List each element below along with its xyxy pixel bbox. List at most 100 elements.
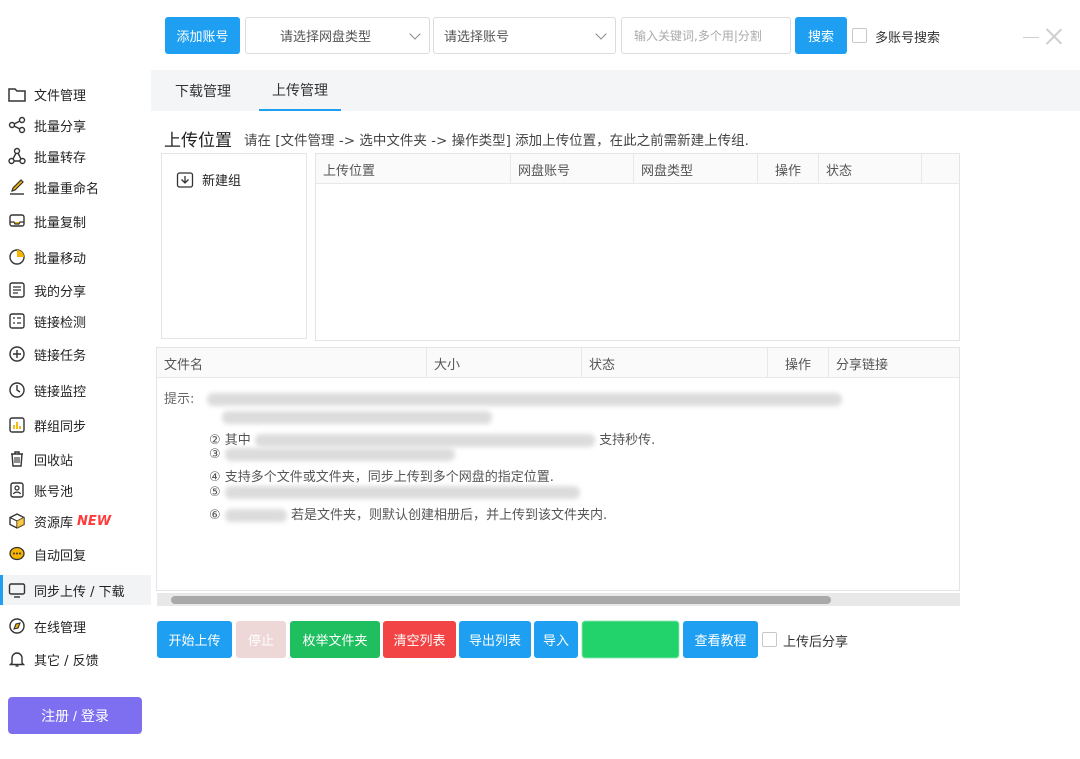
hint-line-1-redacted — [207, 392, 842, 407]
sidebar-item-group-sync[interactable]: 群组同步 — [0, 410, 151, 440]
rename-icon — [8, 178, 26, 196]
column-header[interactable]: 上传位置 — [316, 154, 511, 184]
upload-file-table: 文件名 大小 状态 操作 分享链接 提示: ② 其中 支持秒传. ③ ④ 支持多… — [156, 347, 960, 591]
folder-icon — [8, 85, 26, 103]
view-tutorial-button[interactable]: 查看教程 — [683, 621, 758, 658]
sidebar-item-link-monitor[interactable]: 链接监控 — [0, 375, 151, 405]
hint-line-5: ⑤ — [209, 485, 580, 500]
share-after-upload-checkbox[interactable] — [762, 632, 777, 647]
column-header[interactable]: 分享链接 — [829, 348, 960, 378]
auto-reply-icon — [8, 545, 26, 563]
new-badge: NEW — [77, 513, 112, 529]
sidebar-item-link-task[interactable]: 链接任务 — [0, 339, 151, 369]
keyword-search-input[interactable] — [621, 17, 791, 54]
column-header[interactable]: 网盘类型 — [634, 154, 758, 184]
sidebar-item-label: 批量转存 — [34, 150, 87, 166]
sidebar-item-my-share[interactable]: 我的分享 — [0, 275, 151, 305]
sync-upload-icon — [8, 581, 26, 599]
new-group-button[interactable]: 新建组 — [176, 170, 241, 189]
add-account-button[interactable]: 添加账号 — [165, 17, 240, 54]
account-pool-icon — [8, 481, 26, 499]
chevron-down-icon — [409, 28, 421, 40]
sidebar-item-batch-rename[interactable]: 批量重命名 — [0, 172, 151, 202]
sidebar-item-label: 文件管理 — [34, 88, 87, 104]
sidebar-item-batch-share[interactable]: 批量分享 — [0, 110, 151, 140]
register-login-button[interactable]: 注册 / 登录 — [8, 697, 142, 734]
tab-download-manage[interactable]: 下载管理 — [163, 70, 243, 111]
sidebar-item-label: 链接检测 — [34, 315, 87, 331]
sidebar-item-other-feedback[interactable]: 其它 / 反馈 — [0, 644, 151, 674]
chevron-down-icon — [595, 28, 607, 40]
hint-line-2-prefix: ② 其中 — [209, 433, 251, 448]
minimize-icon[interactable] — [1023, 37, 1039, 38]
sidebar-item-online-manage[interactable]: 在线管理 — [0, 611, 151, 641]
scrollbar-thumb[interactable] — [171, 596, 831, 604]
column-header[interactable]: 操作 — [758, 154, 819, 184]
tab-bar: 下载管理 上传管理 — [151, 70, 1080, 111]
sidebar-item-link-check[interactable]: 链接检测 — [0, 306, 151, 336]
sidebar-item-sync-upload[interactable]: 同步上传 / 下载 — [0, 575, 151, 605]
sidebar-item-auto-reply[interactable]: 自动回复 — [0, 539, 151, 569]
disk-type-select[interactable]: 请选择网盘类型 — [245, 17, 430, 54]
hint-line-3: ③ — [209, 447, 455, 462]
sidebar-item-label: 批量分享 — [34, 119, 87, 135]
multi-account-search-checkbox[interactable] — [852, 28, 867, 43]
horizontal-scrollbar[interactable] — [157, 593, 960, 606]
tab-upload-manage[interactable]: 上传管理 — [259, 70, 341, 111]
redacted-text — [254, 434, 595, 447]
upload-location-title: 上传位置 — [164, 131, 232, 151]
import-button[interactable]: 导入 — [534, 621, 578, 658]
upload-location-table: 上传位置 网盘账号 网盘类型 操作 状态 — [315, 153, 960, 341]
hint-label: 提示: — [164, 392, 195, 407]
hint-line-1b-redacted — [222, 410, 492, 425]
sidebar-item-file-manage[interactable]: 文件管理 — [0, 79, 151, 109]
transfer-icon — [8, 147, 26, 165]
main-panel: 下载管理 上传管理 上传位置 请在 [文件管理 -> 选中文件夹 -> 操作类型… — [151, 70, 1080, 759]
hint-line-6-suffix: 若是文件夹，则默认创建相册后，并上传到该文件夹内. — [290, 508, 608, 523]
enumerate-folder-button[interactable]: 枚举文件夹 — [290, 621, 380, 658]
top-toolbar: 添加账号 请选择网盘类型 请选择账号 搜索 多账号搜索 — [0, 0, 1080, 70]
redacted-text — [224, 448, 455, 461]
clear-list-button[interactable]: 清空列表 — [383, 621, 456, 658]
sidebar-item-label: 批量重命名 — [34, 181, 100, 197]
sidebar-item-batch-copy[interactable]: 批量复制 — [0, 206, 151, 236]
export-list-button[interactable]: 导出列表 — [459, 621, 531, 658]
sidebar-item-label: 在线管理 — [34, 620, 87, 636]
hint-line-5-prefix: ⑤ — [209, 485, 221, 500]
column-header[interactable]: 状态 — [582, 348, 768, 378]
column-header[interactable]: 操作 — [768, 348, 829, 378]
column-header[interactable]: 文件名 — [157, 348, 427, 378]
sidebar-item-label: 账号池 — [34, 484, 74, 500]
sidebar-item-batch-transfer[interactable]: 批量转存 — [0, 141, 151, 171]
hint-line-2: ② 其中 支持秒传. — [209, 429, 655, 448]
column-header[interactable]: 网盘账号 — [511, 154, 634, 184]
sidebar-item-label: 批量复制 — [34, 215, 87, 231]
sidebar-item-trash[interactable]: 回收站 — [0, 444, 151, 474]
hint-line-3-prefix: ③ — [209, 447, 221, 462]
account-select[interactable]: 请选择账号 — [433, 17, 616, 54]
my-share-icon — [8, 281, 26, 299]
sidebar-item-resource[interactable]: 资源库 NEW — [0, 506, 151, 536]
search-button[interactable]: 搜索 — [795, 17, 847, 54]
upload-group-panel: 新建组 — [161, 153, 307, 339]
sidebar-item-label: 自动回复 — [34, 548, 87, 564]
stop-button[interactable]: 停止 — [236, 621, 286, 658]
resource-icon — [8, 512, 26, 530]
column-header[interactable]: 状态 — [819, 154, 922, 184]
sidebar-item-label: 群组同步 — [34, 419, 87, 435]
sidebar-item-batch-move[interactable]: 批量移动 — [0, 242, 151, 272]
hint-line-6-prefix: ⑥ — [209, 508, 221, 523]
start-upload-button[interactable]: 开始上传 — [157, 621, 232, 658]
column-header[interactable]: 大小 — [427, 348, 582, 378]
move-icon — [8, 248, 26, 266]
redacted-green-button[interactable] — [582, 621, 679, 658]
online-manage-icon — [8, 617, 26, 635]
close-icon[interactable] — [1045, 27, 1063, 45]
sidebar-item-account-pool[interactable]: 账号池 — [0, 475, 151, 505]
hint-line-6: ⑥ 若是文件夹，则默认创建相册后，并上传到该文件夹内. — [209, 504, 607, 523]
link-monitor-icon — [8, 381, 26, 399]
upload-content: 上传位置 请在 [文件管理 -> 选中文件夹 -> 操作类型] 添加上传位置，在… — [151, 111, 1080, 759]
new-group-label: 新建组 — [202, 174, 242, 189]
trash-icon — [8, 450, 26, 468]
multi-account-search-label: 多账号搜索 — [875, 31, 941, 46]
